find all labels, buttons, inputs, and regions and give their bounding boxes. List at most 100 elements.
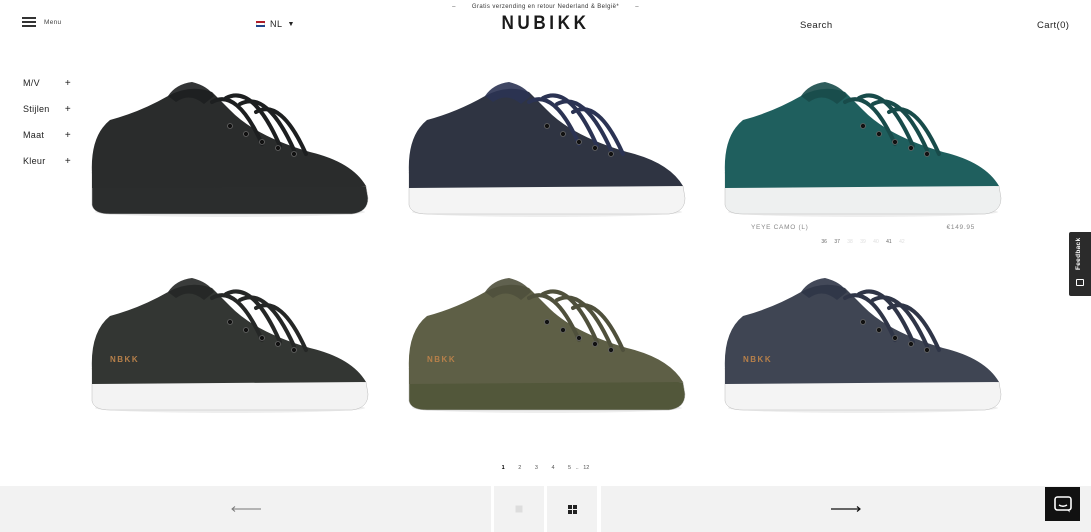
product-card[interactable] [397, 62, 697, 242]
shipping-text: Gratis verzending en retour Nederland & … [471, 4, 620, 10]
size-option-unavailable: 42 [899, 239, 905, 245]
bottom-navigation [0, 486, 1091, 532]
single-view-button[interactable] [494, 486, 544, 532]
product-card[interactable]: YEYE CAMO (L) €149.95 36 37 38 39 40 41 … [713, 62, 1013, 245]
filter-label: Stijlen [23, 104, 50, 114]
filter-size[interactable]: Maat + [23, 122, 71, 148]
sneaker-eyelet [576, 139, 582, 145]
product-card[interactable]: NBKK [80, 258, 380, 438]
arrow-left-icon [230, 506, 261, 512]
page-link[interactable]: 1 [502, 465, 505, 471]
shipping-banner: – Gratis verzending en retour Nederland … [0, 4, 1091, 10]
size-option[interactable]: 37 [834, 239, 840, 245]
sneaker-eyelet [592, 145, 598, 151]
page-link[interactable]: 3 [535, 465, 538, 471]
sneaker-upper [724, 284, 999, 384]
page-link[interactable]: 5 [568, 465, 571, 471]
chat-button[interactable] [1045, 487, 1080, 521]
arrow-right-icon [831, 506, 861, 512]
pagination-ellipsis: .. [575, 465, 579, 471]
sneaker-image [724, 82, 1002, 217]
page: Menu NL ▼ – Gratis verzending en retour … [0, 0, 1091, 532]
next-button[interactable] [601, 486, 1091, 532]
product-card[interactable]: NBKK [713, 258, 1013, 438]
page-link[interactable]: 4 [551, 465, 554, 471]
size-option-unavailable: 39 [860, 239, 866, 245]
product-info: YEYE CAMO (L) €149.95 [713, 224, 1013, 231]
sneaker-eyelet [544, 123, 550, 129]
sneaker-eyelet [592, 341, 598, 347]
sneaker-eyelet [892, 139, 898, 145]
chat-icon [1053, 495, 1072, 512]
product-price: €149.95 [946, 224, 975, 231]
sneaker-eyelet [860, 319, 866, 325]
sneaker-eyelet [876, 327, 882, 333]
sneaker-upper [91, 284, 367, 384]
sneaker-eyelet [860, 123, 866, 129]
sneaker-upper [408, 88, 683, 188]
sneaker-eyelet [259, 139, 265, 145]
filter-sidebar: M/V + Stijlen + Maat + Kleur + [23, 70, 71, 174]
sneaker-eyelet [275, 145, 281, 151]
plus-icon: + [64, 129, 71, 141]
sneaker-image [91, 82, 369, 217]
sneaker-upper [724, 88, 999, 188]
brand-logo[interactable]: NUBIKK [55, 13, 1037, 35]
brand-mark: NBKK [743, 355, 772, 364]
sneaker-eyelet [876, 131, 882, 137]
plus-icon: + [64, 155, 71, 167]
page-link[interactable]: 2 [518, 465, 521, 471]
product-card[interactable]: NBKK [397, 258, 697, 438]
brand-mark: NBKK [110, 355, 139, 364]
sneaker-eyelet [576, 335, 582, 341]
sneaker-eyelet [243, 131, 249, 137]
banner-dash-left: – [452, 4, 456, 10]
sneaker-image: NBKK [724, 278, 1002, 413]
sneaker-eyelet [908, 145, 914, 151]
pagination: 1 2 3 4 5 .. 12 [0, 465, 1091, 471]
sneaker-eyelet [608, 151, 614, 157]
filter-styles[interactable]: Stijlen + [23, 96, 71, 122]
filter-color[interactable]: Kleur + [23, 148, 71, 174]
cart-link[interactable]: Cart(0) [1037, 20, 1069, 31]
previous-button[interactable] [0, 486, 491, 532]
single-square-icon [515, 505, 523, 513]
filter-gender[interactable]: M/V + [23, 70, 71, 96]
size-option[interactable]: 41 [886, 239, 892, 245]
sneaker-eyelet [275, 341, 281, 347]
grid-view-button[interactable] [547, 486, 597, 532]
filter-label: Kleur [23, 156, 46, 166]
sneaker-eyelet [560, 327, 566, 333]
sneaker-eyelet [259, 335, 265, 341]
sneaker-eyelet [243, 327, 249, 333]
sneaker-image: NBKK [408, 278, 686, 413]
search-link[interactable]: Search [800, 20, 833, 31]
grid-icon [567, 504, 577, 514]
sneaker-image [408, 82, 686, 217]
feedback-tab[interactable]: Feedback [1069, 232, 1091, 296]
plus-icon: + [64, 77, 71, 89]
feedback-icon [1076, 279, 1084, 286]
sneaker-upper [408, 284, 683, 384]
product-name: YEYE CAMO (L) [751, 224, 809, 231]
banner-dash-right: – [635, 4, 639, 10]
plus-icon: + [64, 103, 71, 115]
filter-label: M/V [23, 78, 40, 88]
sneaker-eyelet [908, 341, 914, 347]
sneaker-eyelet [892, 335, 898, 341]
sneaker-eyelet [227, 123, 233, 129]
filter-label: Maat [23, 130, 45, 140]
sneaker-eyelet [291, 347, 297, 353]
product-card[interactable] [80, 62, 380, 242]
sneaker-eyelet [544, 319, 550, 325]
sneaker-image: NBKK [91, 278, 369, 413]
page-link[interactable]: 12 [583, 465, 589, 471]
sneaker-eyelet [924, 347, 930, 353]
sneaker-eyelet [924, 151, 930, 157]
size-list: 36 37 38 39 40 41 42 [713, 239, 1013, 245]
hamburger-icon [22, 17, 36, 27]
brand-mark: NBKK [427, 355, 456, 364]
feedback-label: Feedback [1075, 237, 1082, 270]
size-option[interactable]: 36 [821, 239, 827, 245]
size-option-unavailable: 38 [847, 239, 853, 245]
